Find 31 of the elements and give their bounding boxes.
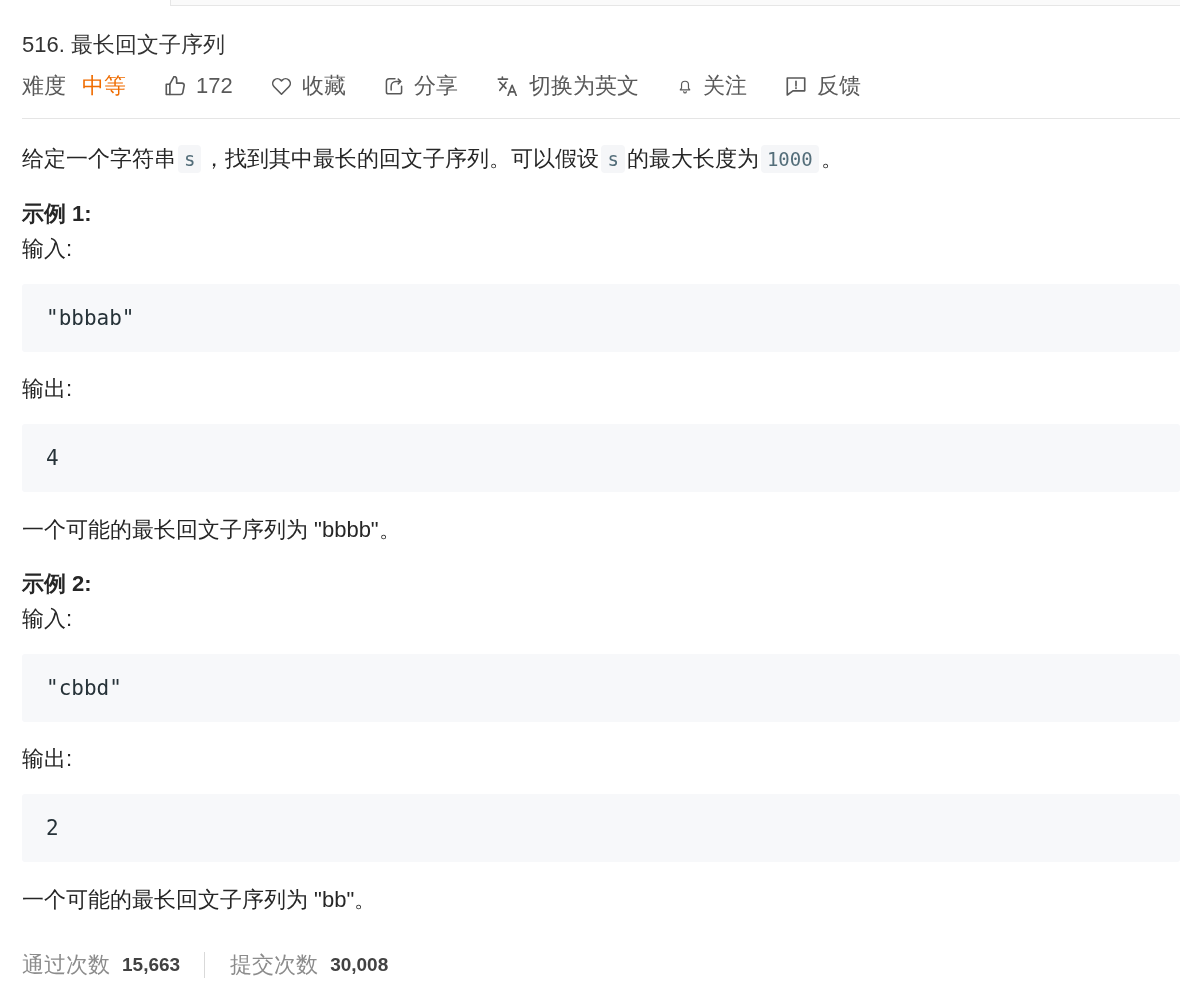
example-explanation: 一个可能的最长回文子序列为 "bb"。 [22,886,378,914]
like-button[interactable]: 172 [165,68,233,103]
stat-value: 30,008 [330,953,389,976]
stat-value: 15,663 [122,953,181,976]
message-alert-icon [785,75,806,96]
feedback-button[interactable]: 反馈 [785,68,861,103]
output-label: 输出: [22,745,74,773]
output-code-block: 2 [22,794,1180,862]
problem-title: 516. 最长回文子序列 [22,31,226,59]
problem-description: 给定一个字符串 s ，找到其中最长的回文子序列。可以假设 s 的最大长度为 1000 。 [22,144,844,175]
output-code-block: 4 [22,424,1180,492]
example-explanation: 一个可能的最长回文子序列为 "bbbb"。 [22,516,402,544]
output-label: 输出: [22,375,74,403]
difficulty-label: 难度 [22,72,66,100]
thumbs-up-icon [165,75,185,96]
example-heading: 示例 2: [22,570,93,598]
follow-button[interactable]: 关注 [677,68,747,103]
input-label: 输入: [22,605,74,633]
box-arrow-icon [384,75,403,96]
language-icon [496,75,518,96]
favorite-button[interactable]: 收藏 [271,68,346,103]
difficulty-level: 中等 [82,72,126,100]
stat-label: 提交次数 [230,950,319,979]
share-button[interactable]: 分享 [384,68,458,103]
translate-button[interactable]: 切换为英文 [496,68,639,103]
stat-label: 通过次数 [22,950,110,979]
input-code-block: "bbbab" [22,284,1180,352]
input-code-block: "cbbd" [22,654,1180,722]
input-label: 输入: [22,235,74,263]
example-heading: 示例 1: [22,200,93,228]
heart-icon [271,75,291,96]
